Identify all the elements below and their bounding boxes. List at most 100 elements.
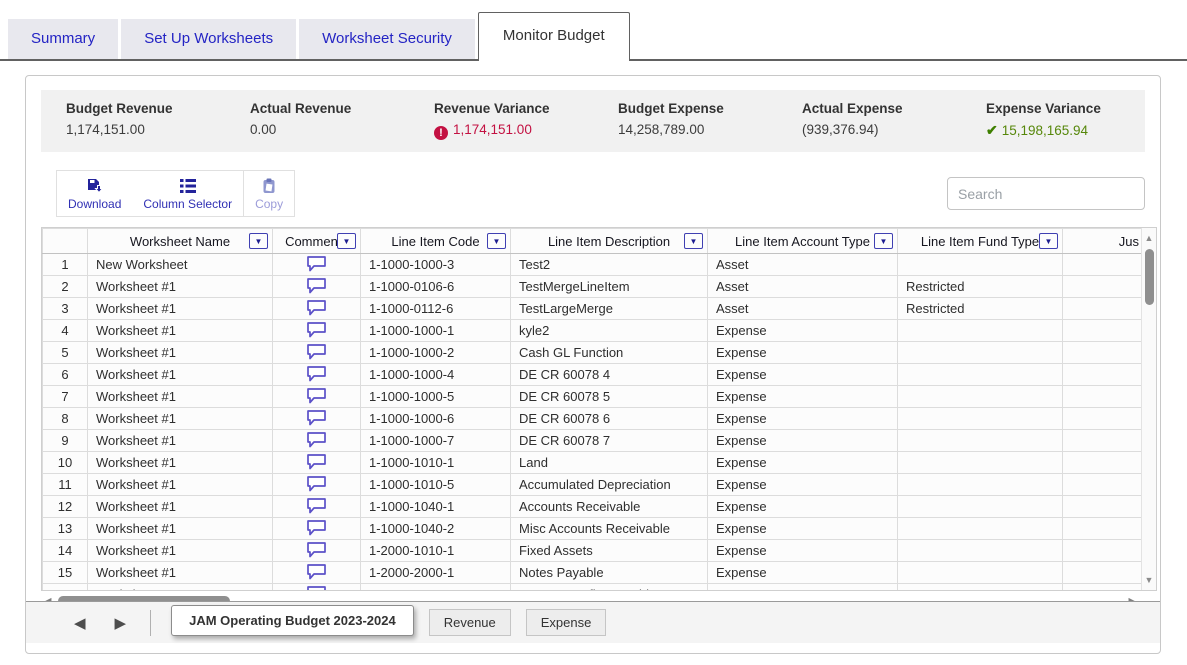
row-number-cell: 1: [43, 254, 88, 276]
table-row[interactable]: 4 Worksheet #1 1-1000-1000-1 kyle2 Expen…: [43, 320, 1142, 342]
comment-cell[interactable]: [273, 342, 361, 364]
comment-icon[interactable]: [306, 321, 327, 341]
comment-icon[interactable]: [306, 365, 327, 385]
filter-icon[interactable]: ▼: [487, 233, 506, 249]
comment-cell[interactable]: [273, 540, 361, 562]
sheet-prev-icon[interactable]: ◀: [74, 614, 86, 632]
stat-label: Actual Expense: [802, 101, 961, 116]
comment-icon[interactable]: [306, 409, 327, 429]
comment-cell[interactable]: [273, 320, 361, 342]
stat-label: Actual Revenue: [250, 101, 409, 116]
table-row[interactable]: 9 Worksheet #1 1-1000-1000-7 DE CR 60078…: [43, 430, 1142, 452]
filter-icon[interactable]: ▼: [1039, 233, 1058, 249]
table-row[interactable]: 12 Worksheet #1 1-1000-1040-1 Accounts R…: [43, 496, 1142, 518]
stat-value: (939,376.94): [802, 122, 961, 137]
tab-set-up-worksheets[interactable]: Set Up Worksheets: [121, 19, 296, 59]
scroll-down-icon[interactable]: ▼: [1142, 575, 1156, 585]
comment-icon[interactable]: [306, 541, 327, 561]
table-row[interactable]: 3 Worksheet #1 1-1000-0112-6 TestLargeMe…: [43, 298, 1142, 320]
download-button[interactable]: Download: [57, 171, 132, 216]
line-item-fund-type-cell: [898, 342, 1063, 364]
row-number-cell: 15: [43, 562, 88, 584]
comment-cell[interactable]: [273, 496, 361, 518]
line-item-code-cell: 1-1000-1000-7: [361, 430, 511, 452]
column-selector-button[interactable]: Column Selector: [132, 171, 243, 216]
filter-icon[interactable]: ▼: [874, 233, 893, 249]
filter-icon[interactable]: ▼: [337, 233, 356, 249]
comment-cell[interactable]: [273, 276, 361, 298]
comment-icon[interactable]: [306, 343, 327, 363]
sheet-tab-expense[interactable]: Expense: [526, 609, 607, 636]
row-number-cell: 10: [43, 452, 88, 474]
table-row[interactable]: 16 Worksheet #1 1-2000-5000-1 DEPR Benef…: [43, 584, 1142, 591]
comment-icon[interactable]: [306, 255, 327, 275]
comment-icon[interactable]: [306, 387, 327, 407]
comment-icon[interactable]: [306, 563, 327, 583]
comment-cell[interactable]: [273, 562, 361, 584]
row-number-cell: 3: [43, 298, 88, 320]
comment-cell[interactable]: [273, 430, 361, 452]
comment-cell[interactable]: [273, 452, 361, 474]
comment-cell[interactable]: [273, 386, 361, 408]
comment-icon[interactable]: [306, 585, 327, 591]
line-item-code-cell: 1-1000-1000-6: [361, 408, 511, 430]
toolbar-row: Download Column Selector Copy: [56, 170, 1145, 217]
header-label: Line Item Account Type: [735, 234, 870, 249]
tab-monitor-budget[interactable]: Monitor Budget: [478, 12, 630, 61]
table-row[interactable]: 6 Worksheet #1 1-1000-1000-4 DE CR 60078…: [43, 364, 1142, 386]
justification-cell: [1063, 584, 1142, 591]
comment-cell[interactable]: [273, 408, 361, 430]
sheet-bar: ◀ ▶ JAM Operating Budget 2023-2024 Reven…: [26, 601, 1160, 643]
table-row[interactable]: 13 Worksheet #1 1-1000-1040-2 Misc Accou…: [43, 518, 1142, 540]
comment-cell[interactable]: [273, 254, 361, 276]
justification-cell: [1063, 474, 1142, 496]
download-label: Download: [68, 197, 121, 211]
row-number-cell: 2: [43, 276, 88, 298]
row-number-cell: 4: [43, 320, 88, 342]
tab-summary[interactable]: Summary: [8, 19, 118, 59]
table-row[interactable]: 10 Worksheet #1 1-1000-1010-1 Land Expen…: [43, 452, 1142, 474]
comment-icon[interactable]: [306, 299, 327, 319]
table-row[interactable]: 14 Worksheet #1 1-2000-1010-1 Fixed Asse…: [43, 540, 1142, 562]
sheet-next-icon[interactable]: ▶: [115, 614, 127, 632]
table-row[interactable]: 1 New Worksheet 1-1000-1000-3 Test2 Asse…: [43, 254, 1142, 276]
comment-cell[interactable]: [273, 364, 361, 386]
table-row[interactable]: 7 Worksheet #1 1-1000-1000-5 DE CR 60078…: [43, 386, 1142, 408]
comment-cell[interactable]: [273, 298, 361, 320]
comment-icon[interactable]: [306, 431, 327, 451]
table-row[interactable]: 8 Worksheet #1 1-1000-1000-6 DE CR 60078…: [43, 408, 1142, 430]
comment-icon[interactable]: [306, 277, 327, 297]
sheet-tab-jam-operating-budget[interactable]: JAM Operating Budget 2023-2024: [171, 605, 414, 636]
comment-icon[interactable]: [306, 475, 327, 495]
copy-button[interactable]: Copy: [243, 171, 294, 216]
vertical-scrollbar[interactable]: ▲ ▼: [1141, 228, 1156, 590]
comment-cell[interactable]: [273, 518, 361, 540]
line-item-fund-type-cell: Restricted: [898, 298, 1063, 320]
comment-icon[interactable]: [306, 519, 327, 539]
line-item-code-cell: 1-2000-1010-1: [361, 540, 511, 562]
scroll-up-icon[interactable]: ▲: [1142, 233, 1156, 243]
worksheet-name-cell: Worksheet #1: [88, 452, 273, 474]
tab-worksheet-security[interactable]: Worksheet Security: [299, 19, 475, 59]
header-label: Line Item Code: [391, 234, 479, 249]
table-row[interactable]: 5 Worksheet #1 1-1000-1000-2 Cash GL Fun…: [43, 342, 1142, 364]
line-item-code-cell: 1-2000-2000-1: [361, 562, 511, 584]
table-row[interactable]: 11 Worksheet #1 1-1000-1010-5 Accumulate…: [43, 474, 1142, 496]
sheet-tab-revenue[interactable]: Revenue: [429, 609, 511, 636]
search-input[interactable]: [947, 177, 1145, 210]
line-item-description-cell: Fixed Assets: [511, 540, 708, 562]
table-row[interactable]: 15 Worksheet #1 1-2000-2000-1 Notes Paya…: [43, 562, 1142, 584]
stat-label: Budget Revenue: [66, 101, 225, 116]
comment-icon[interactable]: [306, 497, 327, 517]
comment-icon[interactable]: [306, 453, 327, 473]
filter-icon[interactable]: ▼: [684, 233, 703, 249]
header-label: Line Item Description: [548, 234, 670, 249]
line-item-fund-type-cell: [898, 562, 1063, 584]
header-worksheet-name: Worksheet Name▼: [88, 229, 273, 254]
vertical-scrollbar-thumb[interactable]: [1145, 249, 1154, 305]
comment-cell[interactable]: [273, 584, 361, 591]
filter-icon[interactable]: ▼: [249, 233, 268, 249]
comment-cell[interactable]: [273, 474, 361, 496]
table-row[interactable]: 2 Worksheet #1 1-1000-0106-6 TestMergeLi…: [43, 276, 1142, 298]
row-number-cell: 14: [43, 540, 88, 562]
